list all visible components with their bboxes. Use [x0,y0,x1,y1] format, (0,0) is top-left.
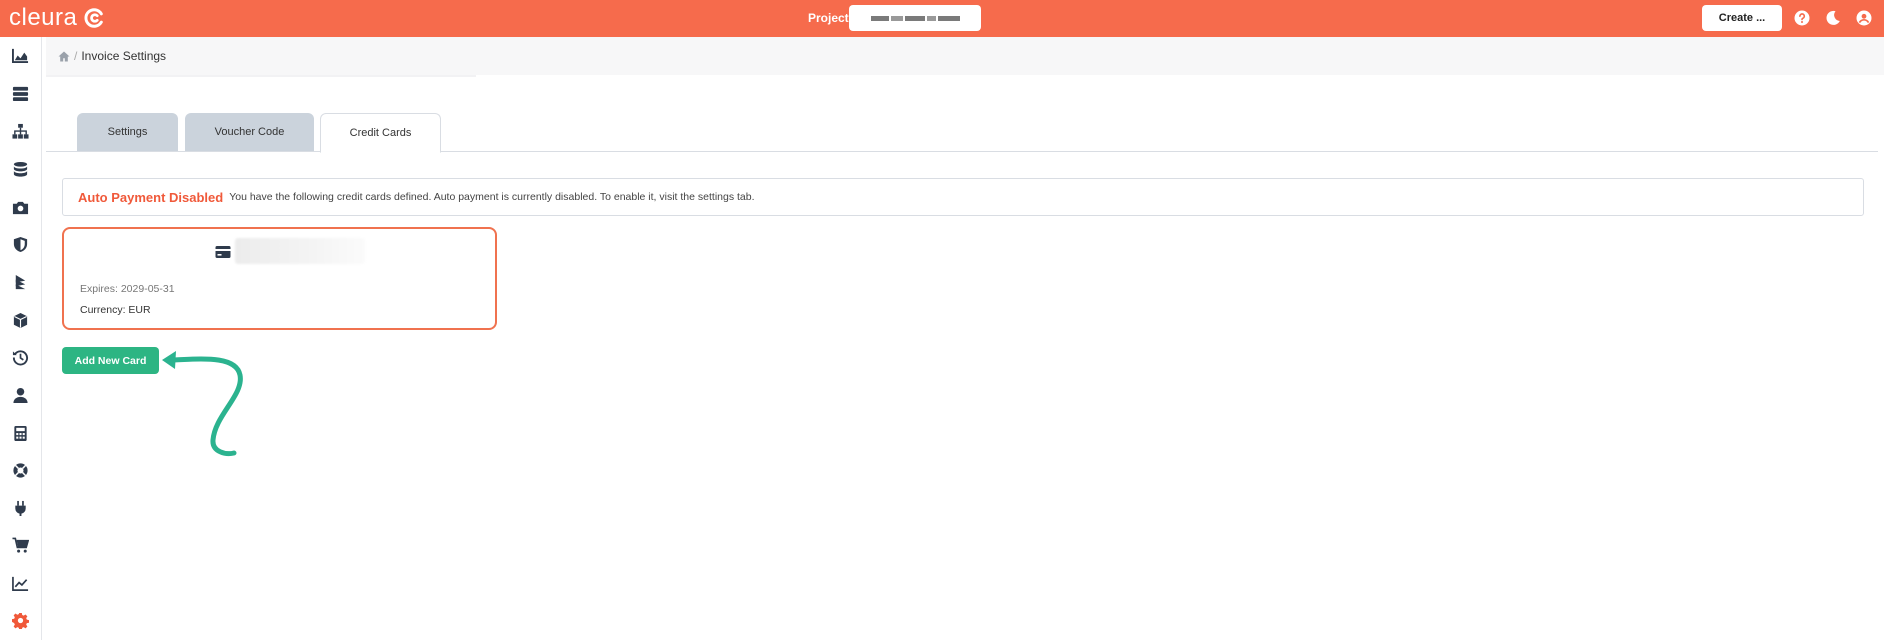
lifebuoy-icon [12,462,28,478]
line-chart-icon [11,576,28,591]
card-number-redacted [235,238,365,264]
layers-icon [15,274,25,289]
tab-settings[interactable]: Settings [77,113,178,151]
user-circle-icon[interactable] [1856,10,1872,26]
breadcrumb-bar [46,37,1884,75]
breadcrumb-current-page: Invoice Settings [81,49,167,63]
home-icon[interactable] [58,51,70,62]
sidebar-item-network[interactable] [10,121,30,141]
tab-voucher-code[interactable]: Voucher Code [185,113,314,151]
alert-message: You have the following credit cards defi… [229,191,755,203]
tab-credit-cards[interactable]: Credit Cards [320,113,441,153]
annotation-arrow-icon [162,351,243,457]
calculator-icon [13,425,27,441]
sitemap-icon [11,123,29,139]
area-chart-icon [11,48,28,63]
cleura-logo-icon [84,8,104,28]
sidebar-item-layers[interactable] [10,272,30,292]
sidebar-item-metrics[interactable] [10,573,30,593]
brand-logo[interactable]: cleura [9,6,105,30]
help-icon[interactable] [1794,10,1810,26]
sidebar-item-security[interactable] [10,234,30,254]
credit-card-icon [215,245,231,259]
database-icon [13,161,27,177]
add-new-card-button[interactable]: Add New Card [62,347,159,374]
moon-icon[interactable] [1825,10,1841,26]
server-icon [12,86,28,101]
sidebar-item-storage[interactable] [10,159,30,179]
card-expiry: Expires: 2029-05-31 [80,283,175,295]
project-selector[interactable] [849,5,981,31]
sidebar-item-billing[interactable] [10,423,30,443]
sidebar-item-settings[interactable] [10,610,30,630]
user-icon [12,387,28,403]
plug-icon [14,500,26,516]
shield-icon [13,236,27,252]
sidebar-item-dashboard[interactable] [10,45,30,65]
project-label: Project [808,11,849,25]
card-currency: Currency: EUR [80,304,151,316]
top-navigation-bar: cleura Project Create ... [0,0,1884,37]
camera-icon [12,201,28,214]
history-icon [12,349,28,365]
credit-card-item[interactable]: Expires: 2029-05-31 Currency: EUR [62,227,497,330]
sidebar-item-support[interactable] [10,460,30,480]
brand-name: cleura [9,4,78,31]
cart-icon [11,537,29,553]
breadcrumb: / Invoice Settings [58,49,166,63]
sidebar-item-servers[interactable] [10,83,30,103]
breadcrumb-separator: / [74,49,78,63]
project-name-redacted [870,15,960,21]
sidebar-item-marketplace[interactable] [10,535,30,555]
breadcrumb-divider [46,75,476,77]
sidebar-item-snapshots[interactable] [10,197,30,217]
gear-icon [11,612,29,629]
cube-icon [13,312,27,328]
create-button[interactable]: Create ... [1702,5,1782,31]
auto-payment-alert: Auto Payment Disabled You have the follo… [62,178,1864,216]
sidebar [0,37,42,640]
sidebar-item-users[interactable] [10,385,30,405]
sidebar-item-images[interactable] [10,310,30,330]
alert-title: Auto Payment Disabled [78,189,224,205]
sidebar-item-integrations[interactable] [10,498,30,518]
sidebar-item-history[interactable] [10,347,30,367]
